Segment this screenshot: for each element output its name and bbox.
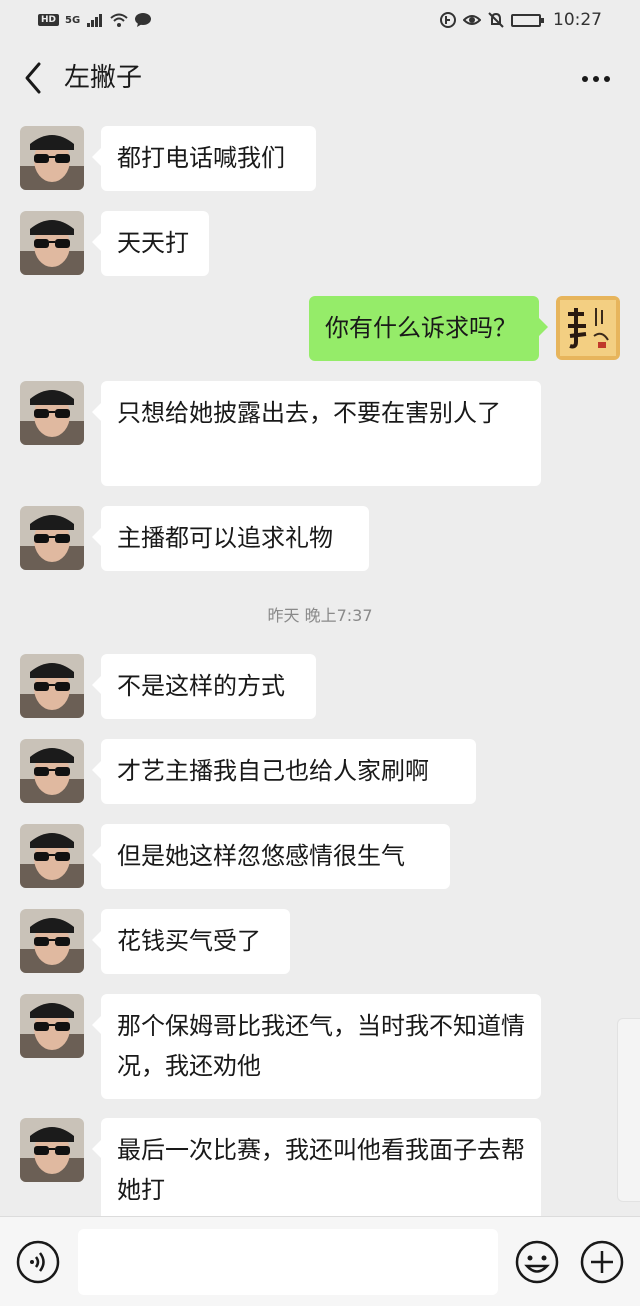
- status-time: 10:27: [553, 10, 602, 30]
- chat-header: 左撇子: [0, 40, 640, 118]
- message-bubble[interactable]: 只想给她披露出去，不要在害别人了: [92, 381, 541, 486]
- message-bubble[interactable]: 那个保姆哥比我还气，当时我不知道情况，我还劝他: [92, 994, 541, 1099]
- network-type: 5G: [65, 14, 81, 26]
- chat-title: 左撇子: [64, 63, 143, 93]
- message-input[interactable]: [78, 1229, 498, 1295]
- message-list[interactable]: 都打电话喊我们 天天打 你有什么诉求吗？ 只想给她披露出去，不要在害别人了 主播…: [0, 118, 640, 1216]
- status-bar: HD 5G 10:27: [0, 0, 640, 40]
- message-bubble[interactable]: 你有什么诉求吗？: [309, 296, 548, 361]
- status-left: HD 5G: [38, 12, 152, 28]
- mute-bell-icon: [488, 12, 504, 28]
- chat-notification-icon: [135, 13, 152, 27]
- message-bubble[interactable]: 才艺主播我自己也给人家刷啊: [92, 739, 476, 804]
- input-bar: [0, 1216, 640, 1306]
- more-dots-icon[interactable]: [580, 64, 612, 94]
- voice-icon[interactable]: [15, 1239, 61, 1285]
- contact-avatar[interactable]: [20, 739, 84, 803]
- back-button[interactable]: [20, 60, 48, 96]
- contact-avatar[interactable]: [20, 824, 84, 888]
- hd-badge: HD: [38, 14, 60, 26]
- scrollbar-handle[interactable]: [617, 1018, 640, 1202]
- status-right: 10:27: [439, 10, 602, 30]
- eye-icon: [463, 15, 481, 25]
- message-bubble[interactable]: 花钱买气受了: [92, 909, 290, 974]
- contact-avatar[interactable]: [20, 381, 84, 445]
- time-divider: 昨天 晚上7:37: [267, 606, 373, 625]
- data-saver-icon: [440, 12, 456, 28]
- message-bubble[interactable]: 都打电话喊我们: [92, 126, 316, 191]
- contact-avatar[interactable]: [20, 909, 84, 973]
- contact-avatar[interactable]: [20, 126, 84, 190]
- signal-icon: [87, 14, 103, 27]
- wifi-icon: [110, 13, 128, 27]
- contact-avatar[interactable]: [20, 994, 84, 1058]
- emoji-icon[interactable]: [514, 1239, 560, 1285]
- contact-avatar[interactable]: [20, 211, 84, 275]
- message-bubble[interactable]: 天天打: [92, 211, 209, 276]
- message-bubble[interactable]: 主播都可以追求礼物: [92, 506, 369, 571]
- plus-icon[interactable]: [579, 1239, 625, 1285]
- my-avatar[interactable]: [556, 296, 620, 360]
- battery-icon: [511, 13, 544, 27]
- message-bubble[interactable]: 但是她这样忽悠感情很生气: [92, 824, 450, 889]
- contact-avatar[interactable]: [20, 1118, 84, 1182]
- contact-avatar[interactable]: [20, 654, 84, 718]
- contact-avatar[interactable]: [20, 506, 84, 570]
- message-bubble[interactable]: 不是这样的方式: [92, 654, 316, 719]
- message-bubble[interactable]: 最后一次比赛，我还叫他看我面子去帮她打: [92, 1118, 541, 1216]
